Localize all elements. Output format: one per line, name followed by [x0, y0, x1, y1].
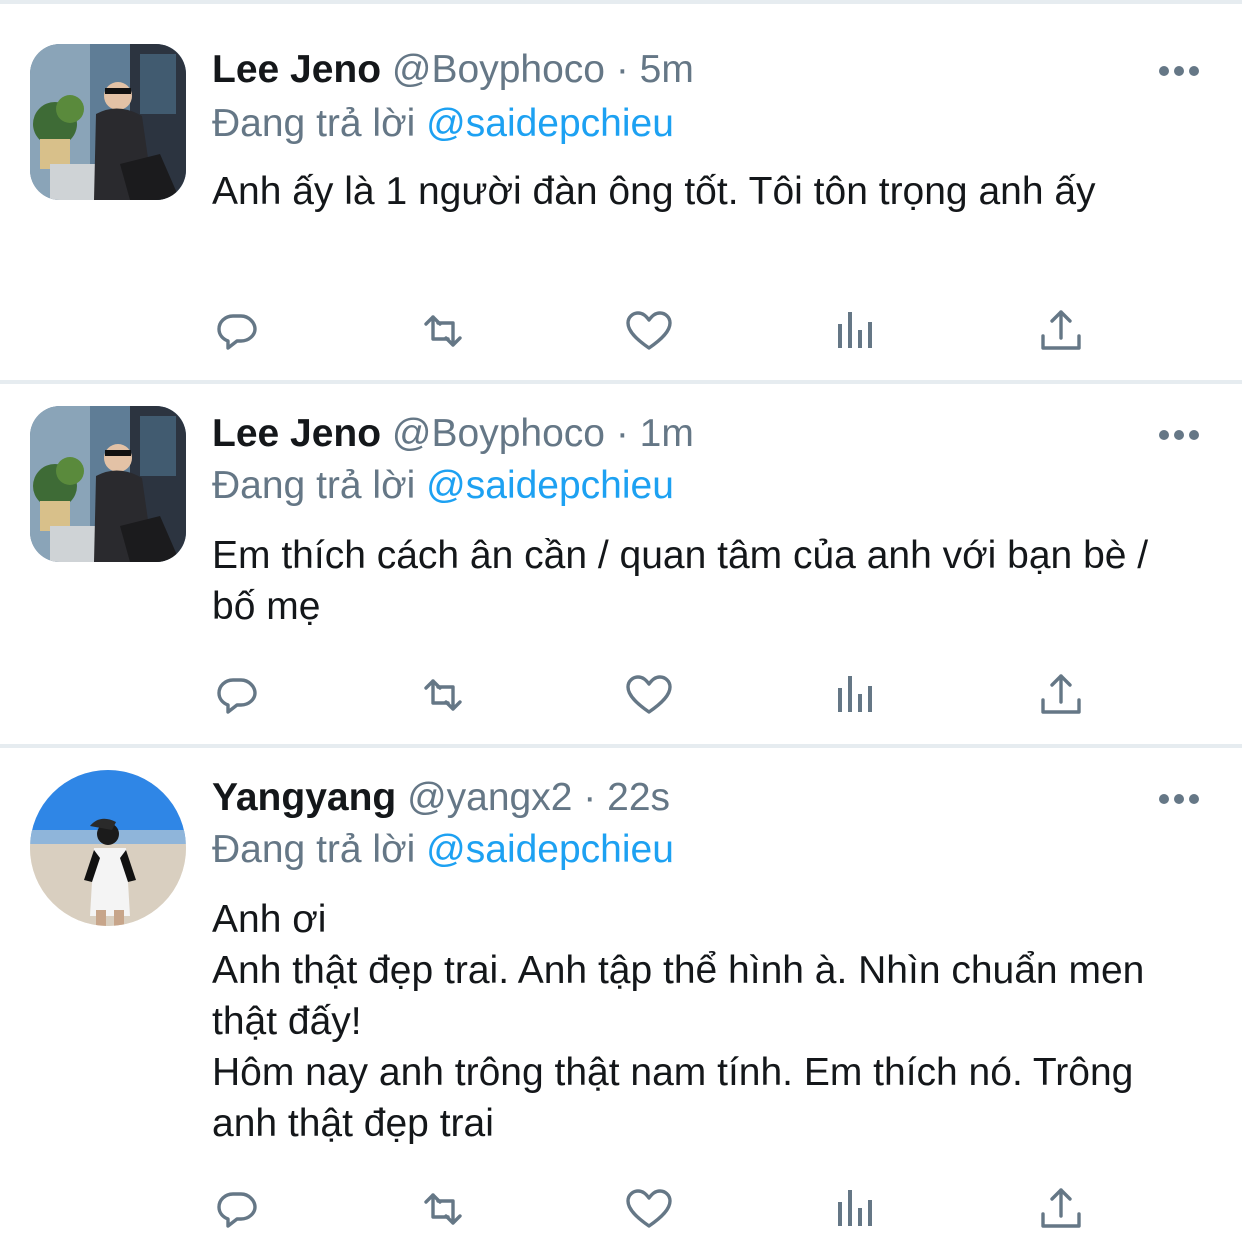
tweet-feed: Lee Jeno @Boyphoco · 5m Đang trả lời @sa… — [0, 0, 1242, 1247]
user-handle[interactable]: @Boyphoco — [392, 48, 605, 91]
tweet[interactable]: Lee Jeno @Boyphoco · 5m Đang trả lời @sa… — [0, 0, 1242, 380]
separator: · — [583, 776, 597, 819]
reply-icon[interactable] — [211, 668, 265, 722]
replying-to: Đang trả lời @saidepchieu — [212, 100, 674, 148]
retweet-icon[interactable] — [416, 668, 470, 722]
replying-to-label: Đang trả lời — [212, 828, 416, 871]
timestamp[interactable]: 5m — [640, 48, 694, 91]
mention-link[interactable]: @saidepchieu — [426, 464, 674, 507]
user-handle[interactable]: @Boyphoco — [392, 412, 605, 455]
reply-icon[interactable] — [211, 1182, 265, 1236]
replying-to: Đang trả lời @saidepchieu — [212, 462, 674, 510]
separator: · — [615, 48, 629, 91]
share-icon[interactable] — [1034, 1182, 1088, 1236]
separator: · — [615, 412, 629, 455]
more-options-icon[interactable] — [1158, 792, 1200, 804]
tweet-text: Em thích cách ân cần / quan tâm của anh … — [212, 534, 1149, 628]
replying-to-label: Đang trả lời — [212, 102, 416, 145]
timestamp[interactable]: 1m — [640, 412, 694, 455]
like-icon[interactable] — [622, 1182, 676, 1236]
display-name[interactable]: Yangyang — [212, 776, 396, 819]
user-photo-street — [30, 406, 186, 562]
tweet-actions — [0, 668, 1242, 724]
like-icon[interactable] — [622, 668, 676, 722]
like-icon[interactable] — [622, 304, 676, 358]
share-icon[interactable] — [1034, 668, 1088, 722]
display-name[interactable]: Lee Jeno — [212, 412, 381, 455]
user-photo-street — [30, 44, 186, 200]
tweet[interactable]: Yangyang @yangx2 · 22s Đang trả lời @sai… — [0, 748, 1242, 1247]
tweet-header: Lee Jeno @Boyphoco · 1m — [212, 410, 1122, 458]
reply-icon[interactable] — [211, 304, 265, 358]
tweet-text: Anh ơi Anh thật đẹp trai. Anh tập thể hì… — [212, 898, 1145, 1145]
display-name[interactable]: Lee Jeno — [212, 48, 381, 91]
tweet-text: Anh ấy là 1 người đàn ông tốt. Tôi tôn t… — [212, 170, 1096, 213]
analytics-icon[interactable] — [828, 668, 882, 722]
more-options-icon[interactable] — [1158, 428, 1200, 440]
retweet-icon[interactable] — [416, 1182, 470, 1236]
user-handle[interactable]: @yangx2 — [407, 776, 572, 819]
analytics-icon[interactable] — [828, 304, 882, 358]
analytics-icon[interactable] — [828, 1182, 882, 1236]
tweet-header: Lee Jeno @Boyphoco · 5m — [212, 46, 1122, 94]
user-photo-beach — [30, 770, 186, 926]
mention-link[interactable]: @saidepchieu — [426, 102, 674, 145]
avatar[interactable] — [30, 770, 186, 926]
avatar[interactable] — [30, 44, 186, 200]
retweet-icon[interactable] — [416, 304, 470, 358]
mention-link[interactable]: @saidepchieu — [426, 828, 674, 871]
timestamp[interactable]: 22s — [607, 776, 670, 819]
more-options-icon[interactable] — [1158, 64, 1200, 76]
tweet-actions — [0, 304, 1242, 360]
tweet[interactable]: Lee Jeno @Boyphoco · 1m Đang trả lời @sa… — [0, 384, 1242, 744]
replying-to: Đang trả lời @saidepchieu — [212, 826, 674, 874]
replying-to-label: Đang trả lời — [212, 464, 416, 507]
tweet-header: Yangyang @yangx2 · 22s — [212, 774, 1122, 822]
avatar[interactable] — [30, 406, 186, 562]
tweet-actions — [0, 1182, 1242, 1238]
share-icon[interactable] — [1034, 304, 1088, 358]
